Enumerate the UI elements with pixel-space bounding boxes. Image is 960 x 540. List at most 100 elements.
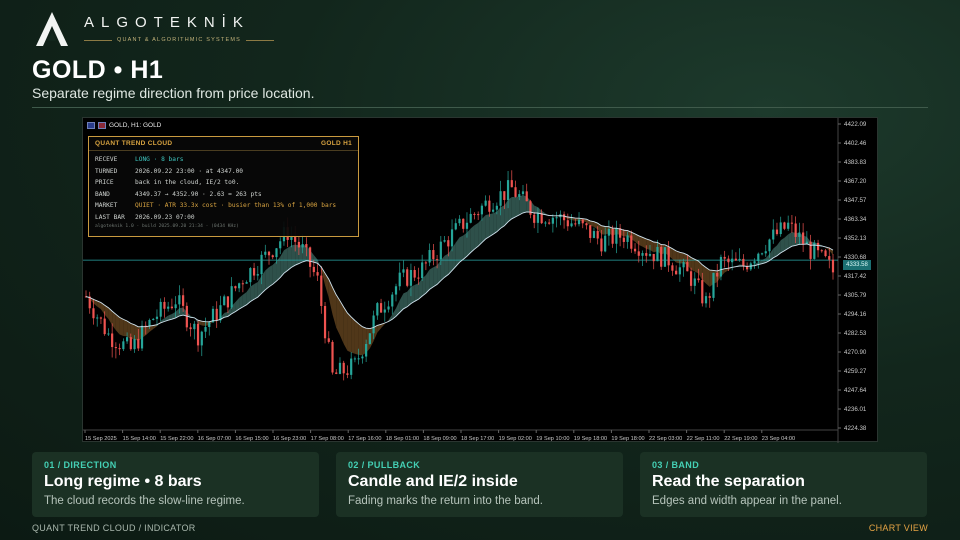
y-tick-label: 4352.13 [844, 235, 867, 242]
x-tick-label: 17 Sep 08:00 [311, 436, 344, 442]
bull-candle [223, 296, 226, 306]
bull-cloud-segment [179, 307, 184, 316]
bull-candle [376, 303, 379, 316]
bull-candle [499, 191, 502, 206]
bear-candle [312, 266, 315, 273]
bear-cloud-segment [328, 279, 333, 315]
bull-cloud-segment [534, 205, 538, 214]
bear-candle [809, 241, 812, 259]
y-tick-label: 4270.90 [844, 349, 867, 356]
card-tag: 01 / DIRECTION [44, 460, 117, 470]
bull-candle [521, 191, 525, 195]
bull-candle [656, 246, 659, 262]
bear-cloud-segment [119, 317, 124, 336]
card-title: Long regime • 8 bars [44, 473, 202, 490]
bear-cloud-segment [679, 252, 684, 264]
bull-candle [682, 262, 685, 268]
panel-row: MARKET QUIET · ATR 33.3x cost · busier th… [95, 200, 352, 212]
bear-candle [514, 187, 517, 197]
bull-candle [365, 344, 368, 357]
bear-candle [775, 229, 779, 235]
bear-candle [689, 271, 693, 286]
bull-candle [604, 235, 607, 252]
bull-candle [506, 180, 510, 200]
bear-candle [525, 191, 528, 202]
bear-candle [794, 223, 797, 237]
bull-candle [518, 194, 521, 197]
bull-cloud-segment [470, 225, 475, 253]
bear-cloud-segment [676, 250, 680, 264]
panel-row-key: RECEVE [95, 156, 118, 164]
bull-candle [249, 268, 252, 283]
bear-cloud-segment [694, 259, 699, 274]
bull-candle [768, 239, 771, 252]
bear-candle [503, 191, 506, 200]
bull-cloud-segment [410, 284, 415, 304]
panel-row: RECEVE LONG · 8 bars [95, 154, 352, 166]
bear-cloud-segment [706, 267, 710, 287]
bull-candle [551, 217, 554, 224]
bull-candle [409, 270, 413, 286]
bull-candle [391, 294, 394, 307]
bull-cloud-segment [295, 244, 299, 266]
bull-candle [555, 217, 558, 219]
bear-candle [462, 218, 465, 229]
bear-candle [241, 283, 244, 285]
bull-candle [757, 253, 760, 262]
panel-symbol: GOLD H1 [321, 140, 352, 147]
bull-candle [301, 244, 304, 248]
bear-candle [802, 232, 805, 245]
bear-candle [432, 250, 435, 260]
bear-candle [331, 341, 334, 373]
bull-candle [107, 333, 110, 335]
panel-row-key: MARKET [95, 202, 118, 210]
bull-candle [260, 254, 263, 275]
bear-candle [196, 323, 200, 346]
panel-body: RECEVE LONG · 8 bars TURNED 2026.09.22 23:0… [89, 151, 358, 229]
x-tick-label: 16 Sep 07:00 [198, 436, 231, 442]
bull-candle [148, 319, 151, 327]
bull-cloud-segment [265, 267, 270, 290]
bull-cloud-segment [250, 284, 255, 302]
bull-candle [454, 223, 457, 230]
bull-candle [484, 200, 487, 206]
bear-candle [103, 318, 106, 335]
bear-cloud-segment [130, 323, 135, 340]
y-tick-label: 4224.38 [844, 425, 867, 432]
bull-cloud-segment [459, 235, 464, 263]
card-pullback: 02 / PULLBACK Candle and IE/2 inside Fad… [336, 452, 623, 517]
y-tick-label: 4347.57 [844, 197, 867, 204]
panel-row: BAND 4349.37 → 4352.90 · 2.63 = 263 pts [95, 189, 352, 201]
bear-candle [581, 219, 584, 224]
bear-cloud-segment [336, 294, 340, 336]
bear-candle [645, 253, 648, 256]
chart-view-link[interactable]: CHART VIEW [869, 523, 928, 533]
x-tick-label: 18 Sep 01:00 [386, 436, 419, 442]
flag-icon [98, 122, 106, 129]
bear-candle [671, 265, 674, 271]
x-tick-label: 15 Sep 2025 [85, 436, 117, 442]
bull-cloud-segment [440, 255, 445, 281]
bull-candle [159, 301, 162, 317]
y-tick-label: 4422.09 [844, 121, 867, 128]
y-tick-label: 4294.16 [844, 311, 867, 318]
bull-candle [152, 318, 155, 320]
flag-icon [87, 122, 95, 129]
bull-candle [544, 222, 547, 224]
bull-cloud-segment [489, 213, 494, 237]
bear-candle [252, 268, 256, 276]
bull-candle [279, 241, 282, 249]
bull-candle [361, 356, 364, 359]
bear-candle [622, 237, 625, 242]
card-band: 03 / BAND Read the separation Edges and … [640, 452, 927, 517]
bear-candle [667, 247, 670, 266]
bull-candle [167, 306, 170, 309]
panel-row: LAST BAR 2026.09.23 07:00 [95, 212, 352, 224]
bear-candle [118, 348, 121, 350]
chart-symbol-label: GOLD, H1: GOLD [109, 122, 162, 129]
bull-cloud-segment [433, 265, 438, 287]
bull-candle [439, 241, 442, 260]
bull-candle [693, 278, 696, 286]
bull-candle [779, 222, 782, 235]
bear-candle [697, 278, 700, 281]
